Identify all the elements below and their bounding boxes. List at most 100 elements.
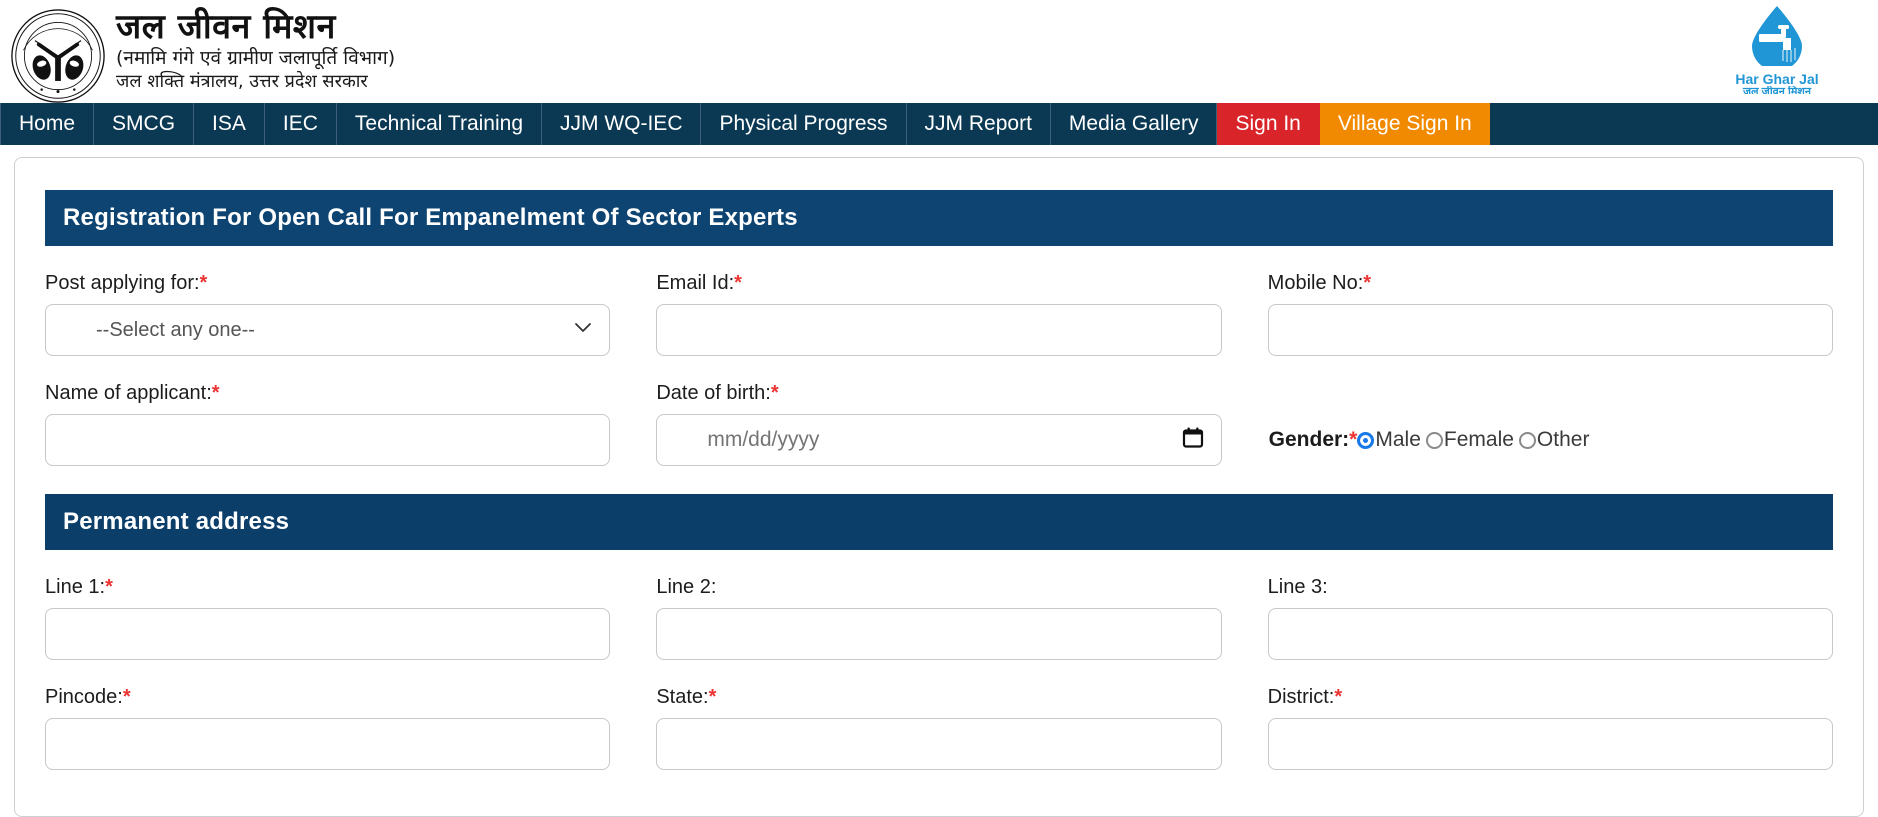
post-applying-select-wrapper[interactable]: --Select any one-- — [45, 304, 611, 356]
page-content: Registration For Open Call For Empanelme… — [0, 145, 1878, 817]
gender-option-female[interactable]: Female — [1425, 428, 1514, 452]
nav-item-technical-training[interactable]: Technical Training — [336, 103, 542, 145]
form-row-address-lines: Line 1:* Line 2: Line 3: — [45, 576, 1833, 660]
field-email-id: Email Id:* — [656, 272, 1222, 356]
address-line-3-input[interactable] — [1267, 608, 1833, 660]
label-state: State:* — [656, 686, 1221, 709]
nav-item-smcg[interactable]: SMCG — [94, 103, 195, 145]
required-asterisk: * — [122, 686, 131, 708]
main-navigation[interactable]: Home SMCG ISA IEC Technical Training JJM… — [0, 103, 1878, 145]
label-address-line-1: Line 1:* — [45, 576, 610, 599]
har-ghar-jal-label: Har Ghar Jal — [1735, 71, 1819, 87]
required-asterisk: * — [1363, 272, 1372, 294]
field-pincode: Pincode:* — [45, 686, 611, 770]
required-asterisk: * — [734, 272, 742, 294]
nav-item-media-gallery[interactable]: Media Gallery — [1050, 103, 1218, 145]
date-of-birth-input[interactable]: mm/dd/yyyy — [656, 414, 1222, 466]
gender-radio-group[interactable]: Male Female Other — [1357, 428, 1589, 452]
field-address-line-1: Line 1:* — [45, 576, 611, 660]
required-asterisk: * — [1334, 686, 1343, 708]
nav-item-home[interactable]: Home — [0, 103, 95, 145]
site-subtitle-line2: जल शक्ति मंत्रालय, उत्तर प्रदेश सरकार — [116, 71, 368, 92]
registration-section-title: Registration For Open Call For Empanelme… — [45, 190, 1833, 246]
site-title-hindi: जल जीवन मिशन — [116, 7, 336, 47]
site-header: जल जीवन मिशन (नमामि गंगे एवं ग्रामीण जला… — [0, 0, 1878, 103]
label-text-pincode: Pincode: — [45, 686, 123, 708]
state-input[interactable] — [656, 718, 1222, 770]
har-ghar-jal-logo: Har Ghar Jal जल जीवन मिशन — [1702, 4, 1852, 94]
email-input[interactable] — [656, 304, 1222, 356]
applicant-name-input[interactable] — [45, 414, 611, 466]
field-address-line-2: Line 2: — [656, 576, 1222, 660]
label-gender: Gender:* — [1269, 428, 1358, 452]
nav-item-village-sign-in[interactable]: Village Sign In — [1319, 103, 1490, 145]
radio-male-icon[interactable] — [1357, 431, 1375, 449]
gender-option-other[interactable]: Other — [1518, 428, 1590, 452]
label-text-applicant-name: Name of applicant: — [45, 382, 212, 404]
site-subtitle-line1: (नमामि गंगे एवं ग्रामीण जलापूर्ति विभाग) — [116, 47, 396, 69]
label-post-applying-for: Post applying for:* — [45, 272, 610, 295]
form-row-identity: Name of applicant:* Date of birth:* mm/d… — [45, 382, 1833, 466]
gender-option-male[interactable]: Male — [1357, 428, 1421, 452]
registration-card: Registration For Open Call For Empanelme… — [14, 157, 1864, 817]
mobile-input[interactable] — [1267, 304, 1833, 356]
date-of-birth-wrapper[interactable]: mm/dd/yyyy — [656, 414, 1222, 466]
label-text-date-of-birth: Date of birth: — [656, 382, 771, 404]
field-mobile-no: Mobile No:* — [1267, 272, 1833, 356]
uttar-pradesh-government-emblem-icon — [10, 8, 106, 104]
label-address-line-3: Line 3: — [1267, 576, 1328, 598]
label-date-of-birth: Date of birth:* — [656, 382, 1221, 405]
label-pincode: Pincode:* — [45, 686, 610, 709]
nav-item-jjm-wq-iec[interactable]: JJM WQ-IEC — [542, 103, 702, 145]
label-email-id: Email Id:* — [656, 272, 1221, 295]
label-text-district: District: — [1267, 686, 1335, 708]
permanent-address-section-title: Permanent address — [45, 494, 1833, 550]
required-asterisk: * — [1349, 428, 1358, 451]
form-row-address-region: Pincode:* State:* District:* — [45, 686, 1833, 770]
header-title-block: जल जीवन मिशन (नमामि गंगे एवं ग्रामीण जला… — [116, 6, 395, 93]
label-text-mobile-no: Mobile No: — [1267, 272, 1364, 294]
required-asterisk: * — [105, 576, 113, 598]
label-text-email-id: Email Id: — [656, 272, 735, 294]
nav-item-jjm-report[interactable]: JJM Report — [906, 103, 1051, 145]
required-asterisk: * — [708, 686, 717, 708]
label-district: District:* — [1268, 686, 1833, 709]
nav-item-isa[interactable]: ISA — [194, 103, 265, 145]
gender-label-other: Other — [1536, 428, 1590, 451]
label-text-post-applying-for: Post applying for: — [45, 272, 200, 294]
field-date-of-birth: Date of birth:* mm/dd/yyyy — [656, 382, 1222, 466]
har-ghar-jal-sublabel: जल जीवन मिशन — [1743, 86, 1811, 94]
nav-item-sign-in[interactable]: Sign In — [1217, 103, 1320, 145]
form-row-contact: Post applying for:* --Select any one-- E… — [45, 272, 1833, 356]
field-post-applying-for: Post applying for:* --Select any one-- — [45, 272, 611, 356]
required-asterisk: * — [211, 382, 220, 404]
header-branding: जल जीवन मिशन (नमामि गंगे एवं ग्रामीण जला… — [0, 6, 395, 104]
label-mobile-no: Mobile No:* — [1268, 272, 1833, 295]
nav-item-iec[interactable]: IEC — [264, 103, 337, 145]
gender-label-male: Male — [1375, 428, 1421, 451]
nav-item-physical-progress[interactable]: Physical Progress — [701, 103, 907, 145]
field-address-line-3: Line 3: — [1267, 576, 1833, 660]
har-ghar-jal-water-drop-tap-icon — [1702, 4, 1852, 71]
label-text-state: State: — [656, 686, 709, 708]
address-line-2-input[interactable] — [656, 608, 1222, 660]
gender-label-female: Female — [1443, 428, 1514, 451]
radio-female-icon[interactable] — [1425, 431, 1443, 449]
pincode-input[interactable] — [45, 718, 611, 770]
field-state: State:* — [656, 686, 1222, 770]
address-line-1-input[interactable] — [45, 608, 611, 660]
post-applying-select[interactable]: --Select any one-- — [45, 304, 611, 356]
label-text-address-line-1: Line 1: — [45, 576, 106, 598]
field-applicant-name: Name of applicant:* — [45, 382, 611, 466]
gender-group[interactable]: Gender:* Male Female Other — [1268, 414, 1833, 466]
field-district: District:* — [1267, 686, 1833, 770]
calendar-icon[interactable] — [1182, 427, 1204, 454]
required-asterisk: * — [770, 382, 779, 404]
field-gender: Gender:* Male Female Other — [1268, 382, 1833, 466]
required-asterisk: * — [199, 272, 208, 294]
label-text-gender: Gender: — [1268, 428, 1350, 451]
nav-filler — [1489, 103, 1878, 145]
district-input[interactable] — [1267, 718, 1833, 770]
label-applicant-name: Name of applicant:* — [45, 382, 610, 405]
radio-other-icon[interactable] — [1518, 431, 1536, 449]
